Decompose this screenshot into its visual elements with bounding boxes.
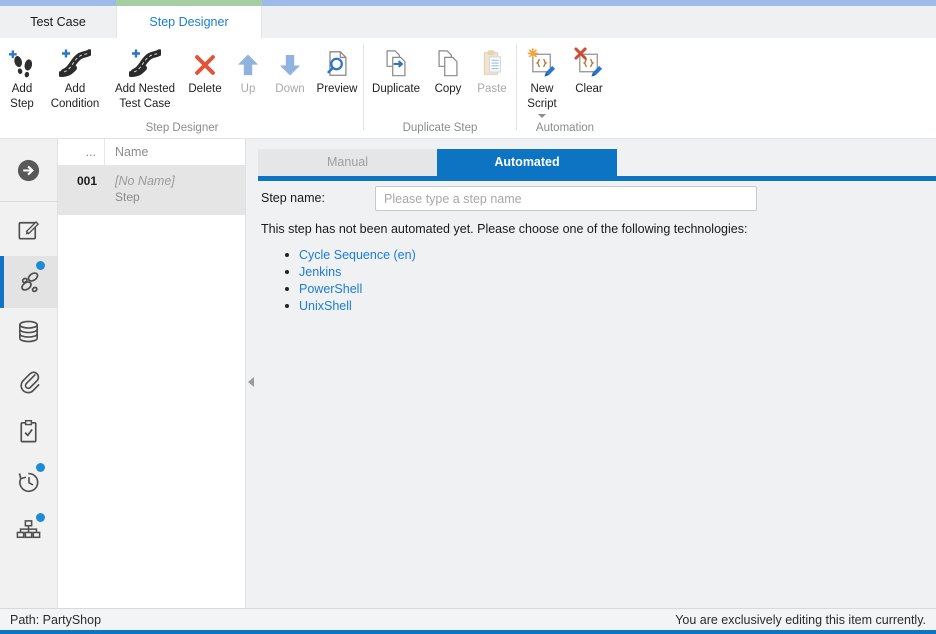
bullet-icon — [285, 304, 289, 308]
technology-link-powershell[interactable]: PowerShell — [299, 282, 362, 296]
step-name-label: Step name: — [261, 191, 325, 205]
sidebar-item-step-designer[interactable] — [0, 256, 57, 308]
ribbon-group-step-designer: AddStep AddCondition — [2, 38, 362, 138]
sitemap-icon — [15, 518, 42, 548]
step-name-input[interactable] — [375, 186, 757, 211]
database-icon — [15, 318, 42, 348]
panel-splitter[interactable] — [246, 139, 258, 608]
paperclip-icon — [15, 368, 42, 398]
delete-icon — [191, 45, 219, 82]
sidebar-item-collapse[interactable] — [0, 147, 57, 197]
preview-button[interactable]: Preview — [312, 38, 362, 97]
tab-step-designer[interactable]: Step Designer — [116, 6, 262, 38]
bullet-icon — [285, 253, 289, 257]
sidebar-item-attachments[interactable] — [0, 358, 57, 408]
ribbon-toolbar: AddStep AddCondition — [0, 38, 936, 139]
bullet-icon — [285, 287, 289, 291]
new-script-button[interactable]: NewScript — [518, 38, 566, 118]
step-list-header: ... Name — [58, 139, 245, 166]
clipboard-check-icon — [15, 418, 42, 448]
technology-link-jenkins[interactable]: Jenkins — [299, 265, 341, 279]
add-step-icon — [7, 45, 38, 82]
preview-icon — [322, 45, 352, 82]
clear-button[interactable]: Clear — [566, 38, 612, 97]
history-icon — [15, 468, 42, 498]
active-indicator — [0, 256, 4, 308]
edit-icon — [15, 216, 42, 246]
technology-link-cycle-sequence[interactable]: Cycle Sequence (en) — [299, 248, 416, 262]
tab-test-case[interactable]: Test Case — [0, 6, 116, 38]
ribbon-separator — [363, 44, 364, 130]
technology-link-unixshell[interactable]: UnixShell — [299, 299, 352, 313]
technology-list: Cycle Sequence (en) Jenkins PowerShell U… — [285, 246, 416, 314]
tab-accent-bar — [258, 176, 936, 181]
step-number: 001 — [58, 166, 105, 215]
step-row-selected[interactable]: 001 [No Name] Step — [58, 166, 245, 215]
bullet-icon — [285, 270, 289, 274]
left-sidebar — [0, 139, 58, 608]
sidebar-item-history[interactable] — [0, 458, 57, 508]
ribbon-group-label-automation: Automation — [518, 122, 612, 138]
step-type: Step — [115, 189, 245, 205]
new-script-icon — [527, 45, 558, 82]
ribbon-group-label-step-designer: Step Designer — [2, 122, 362, 138]
step-list-panel: ... Name 001 [No Name] Step — [58, 139, 246, 608]
status-editing-notice: You are exclusively editing this item cu… — [675, 613, 926, 627]
column-header-name[interactable]: Name — [105, 139, 245, 165]
add-nested-test-case-icon — [129, 45, 161, 82]
automation-message: This step has not been automated yet. Pl… — [261, 222, 747, 236]
column-header-dots[interactable]: ... — [58, 139, 105, 165]
up-arrow-icon — [234, 45, 262, 82]
clear-script-icon — [574, 45, 605, 82]
add-step-button[interactable]: AddStep — [2, 38, 42, 111]
add-condition-button[interactable]: AddCondition — [42, 38, 108, 111]
status-path: Path: PartyShop — [10, 613, 101, 627]
list-item: Cycle Sequence (en) — [285, 246, 416, 263]
notification-badge — [36, 261, 45, 270]
collapse-left-icon[interactable] — [248, 377, 254, 387]
delete-button[interactable]: Delete — [182, 38, 228, 97]
step-name: [No Name] — [115, 173, 245, 189]
sidebar-item-hierarchy[interactable] — [0, 508, 57, 558]
sidebar-divider — [0, 201, 57, 202]
list-item: PowerShell — [285, 280, 416, 297]
down-arrow-icon — [276, 45, 304, 82]
list-item: Jenkins — [285, 263, 416, 280]
new-script-dropdown-icon[interactable] — [538, 114, 546, 118]
bottom-accent-strip — [0, 630, 936, 634]
ribbon-group-label-duplicate-step: Duplicate Step — [365, 122, 515, 138]
add-nested-test-case-button[interactable]: Add NestedTest Case — [108, 38, 182, 111]
tab-manual[interactable]: Manual — [258, 149, 437, 176]
copy-button[interactable]: Copy — [427, 38, 469, 97]
status-bar: Path: PartyShop You are exclusively edit… — [0, 608, 936, 630]
step-editor-panel: Manual Automated Step name: This step ha… — [258, 139, 936, 608]
ribbon-separator — [516, 44, 517, 130]
duplicate-button[interactable]: Duplicate — [365, 38, 427, 97]
copy-icon — [433, 45, 463, 82]
ribbon-group-duplicate-step: Duplicate Copy — [365, 38, 515, 138]
paste-button: Paste — [469, 38, 515, 97]
tab-automated[interactable]: Automated — [437, 149, 617, 176]
window-tab-bar: Test Case Step Designer — [0, 6, 936, 38]
up-button: Up — [228, 38, 268, 97]
paste-icon — [477, 45, 507, 82]
add-condition-icon — [59, 45, 91, 82]
footsteps-icon — [15, 267, 43, 298]
sidebar-item-data[interactable] — [0, 308, 57, 358]
down-button: Down — [268, 38, 312, 97]
sidebar-item-tasks[interactable] — [0, 408, 57, 458]
duplicate-icon — [381, 45, 411, 82]
sidebar-item-edit[interactable] — [0, 206, 57, 256]
notification-badge — [36, 513, 45, 522]
notification-badge — [36, 463, 45, 472]
arrow-circle-icon — [15, 157, 42, 187]
ribbon-group-automation: NewScript Clear Automation — [518, 38, 612, 138]
list-item: UnixShell — [285, 297, 416, 314]
